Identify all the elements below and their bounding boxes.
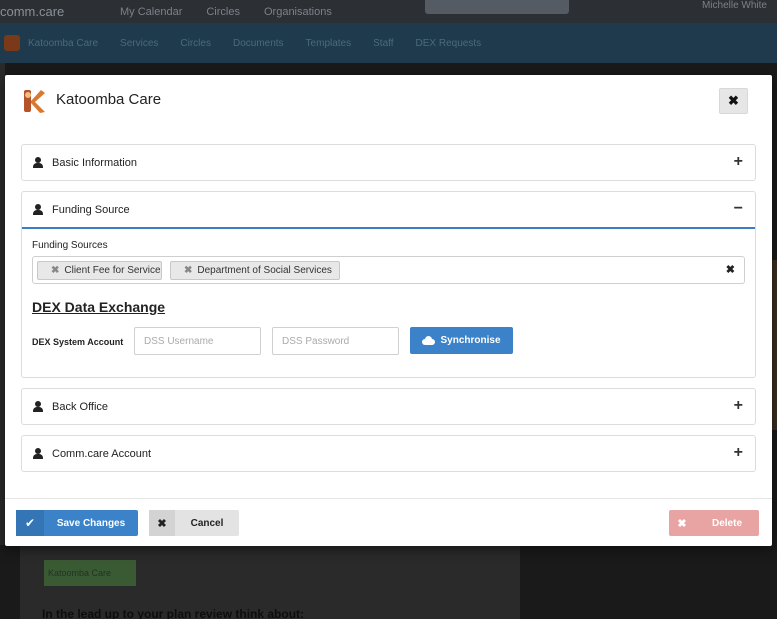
user-icon [33,157,43,168]
subnav-logo-icon [4,35,20,51]
topnav-organisations: Organisations [263,5,332,18]
save-changes-label: Save Changes [56,517,126,529]
panel-back-office: Back Office + [21,388,756,425]
panel-title: Comm.care Account [52,447,152,460]
close-icon: ✖ [728,93,739,108]
panel-basic-information-header[interactable]: Basic Information + [22,145,755,180]
close-button[interactable]: ✖ [719,88,748,114]
collapse-minus-icon[interactable]: − [734,201,743,217]
tag-remove-icon[interactable]: ✖ [51,265,59,276]
app-brand: comm.care [0,4,65,19]
modal-header: Katoomba Care ✖ [5,75,772,127]
tag-label: Department of Social Services [197,265,332,276]
app-topbar: comm.care My Calendar Circles Organisati… [0,0,777,23]
topbar-search [425,0,569,14]
katoomba-logo-icon [24,90,45,113]
panel-commcare-account: Comm.care Account + [21,435,756,472]
cloud-upload-icon [422,336,436,345]
panel-title: Basic Information [52,156,137,169]
synchronise-label: Synchronise [440,335,501,346]
panel-title: Back Office [52,400,109,413]
background-org-tag: Katoomba Care [44,560,136,586]
cancel-label: Cancel [190,517,224,529]
dex-account-label: DEX System Account [32,337,124,347]
panel-back-office-header[interactable]: Back Office + [22,389,755,424]
funding-sources-label: Funding Sources [32,240,108,251]
panel-title: Funding Source [52,203,130,216]
dex-section-title: DEX Data Exchange [32,299,166,315]
modal-footer: ✔ Save Changes ✖ Cancel ✖ Delete [5,498,772,546]
expand-plus-icon[interactable]: + [734,154,743,170]
user-icon [33,448,43,459]
topnav-circles: Circles [206,5,240,18]
background-content-text: In the lead up to your plan review think… [42,607,305,619]
app-subnav: Katoomba Care Services Circles Documents… [0,23,777,63]
times-icon: ✖ [677,517,687,530]
funding-sources-select[interactable]: ✖ Client Fee for Service ✖ Department of S… [32,256,745,284]
times-icon: ✖ [149,510,175,536]
user-icon [33,401,43,412]
expand-plus-icon[interactable]: + [734,398,743,414]
organisation-modal: Katoomba Care ✖ Basic Information + Fund… [5,75,772,546]
panel-commcare-account-header[interactable]: Comm.care Account + [22,436,755,471]
expand-plus-icon[interactable]: + [734,445,743,461]
dss-password-input[interactable] [272,327,399,355]
tag-remove-icon[interactable]: ✖ [184,265,192,276]
subnav-item: DEX Requests [415,37,482,49]
topbar-user: Michelle White [701,0,767,11]
panel-funding-source-header[interactable]: Funding Source − [22,192,755,229]
panel-basic-information: Basic Information + [21,144,756,181]
panel-funding-source: Funding Source − Funding Sources ✖ Client… [21,191,756,378]
clear-all-icon[interactable]: ✖ [726,263,735,276]
subnav-item: Katoomba Care [28,37,99,49]
subnav-item: Templates [305,37,352,49]
funding-tag-client-fee: ✖ Client Fee for Service [37,261,162,280]
topnav-my-calendar: My Calendar [120,5,183,18]
user-icon [33,204,43,215]
dss-username-input[interactable] [134,327,261,355]
subnav-item: Circles [180,37,211,49]
delete-label: Delete [711,517,742,529]
background-content: Katoomba Care In the lead up to your pla… [20,545,520,619]
delete-button[interactable]: ✖ Delete [669,510,759,536]
tag-label: Client Fee for Service [64,265,161,276]
synchronise-button[interactable]: Synchronise [410,327,513,354]
background-right-panel [772,260,777,430]
check-icon: ✔ [16,510,44,536]
cancel-button[interactable]: ✖ Cancel [149,510,239,536]
save-changes-button[interactable]: ✔ Save Changes [16,510,138,536]
subnav-item: Documents [232,37,284,49]
funding-tag-dss: ✖ Department of Social Services [170,261,340,280]
subnav-item: Services [120,37,159,49]
modal-title: Katoomba Care [56,91,162,108]
subnav-item: Staff [373,37,394,49]
